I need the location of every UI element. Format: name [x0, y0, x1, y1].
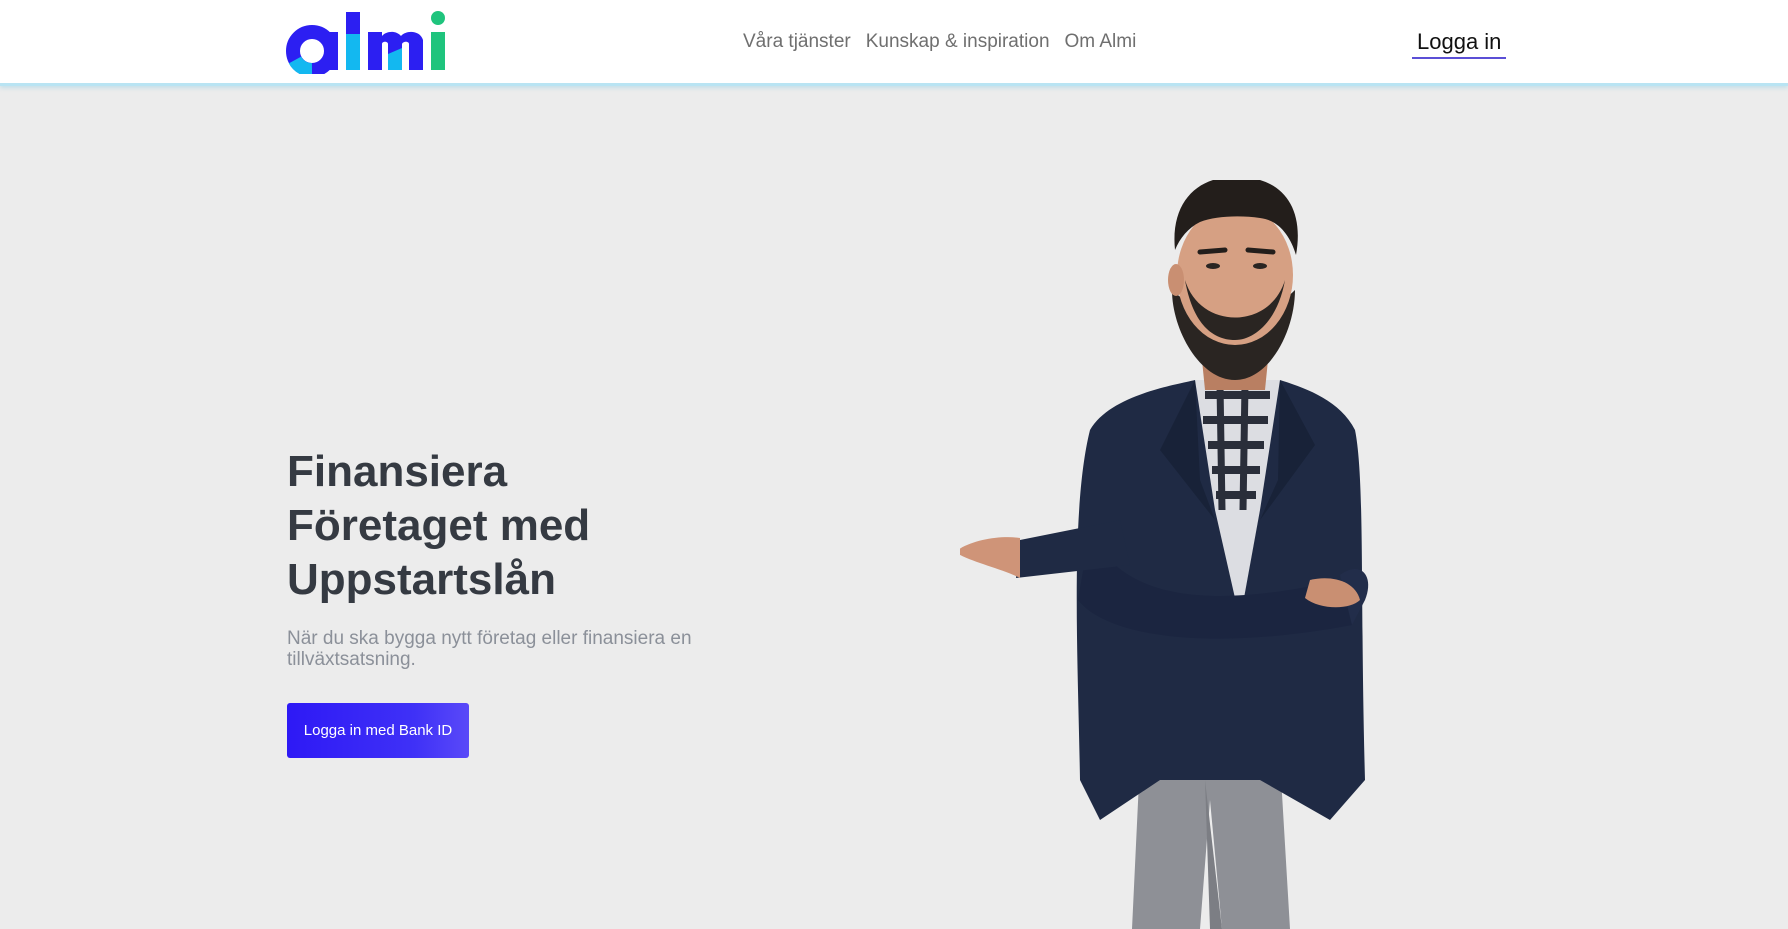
site-header: Våra tjänster Kunskap & inspiration Om A… [0, 0, 1788, 86]
businessman-photo [960, 180, 1369, 929]
nav-link-om-almi[interactable]: Om Almi [1065, 31, 1137, 53]
hero-title-line: Finansiera [287, 447, 508, 496]
bankid-login-button[interactable]: Logga in med Bank ID [287, 703, 469, 758]
login-link[interactable]: Logga in [1412, 29, 1507, 59]
main-nav: Våra tjänster Kunskap & inspiration Om A… [743, 31, 1136, 53]
nav-link-vara-tjanster[interactable]: Våra tjänster [743, 31, 851, 53]
nav-link-kunskap-inspiration[interactable]: Kunskap & inspiration [866, 31, 1050, 53]
hero-subtitle: När du ska bygga nytt företag eller fina… [287, 628, 692, 670]
hero-title-line: Uppstartslån [287, 555, 556, 604]
hero-title-line: Företaget med [287, 501, 591, 550]
almi-logo[interactable] [286, 8, 452, 74]
hero-title: Finansiera Företaget med Uppstartslån [287, 445, 847, 607]
